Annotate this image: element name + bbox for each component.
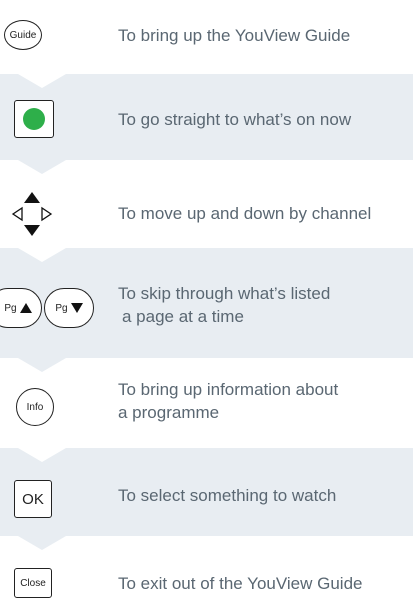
info-description-line: To bring up information about	[118, 380, 339, 399]
info-button-icon: Info	[16, 388, 54, 426]
row-page-keys: Pg Pg To skip through what’s listed a pa…	[0, 248, 413, 358]
row-separator-notch	[18, 160, 66, 174]
row-separator-notch	[18, 74, 66, 88]
green-button-description-line: To go straight to what’s on now	[118, 110, 352, 129]
close-description-line: To exit out of the YouView Guide	[118, 574, 363, 593]
triangle-up-icon	[19, 303, 32, 313]
row-arrows: To move up and down by channel	[0, 160, 413, 248]
row-separator-notch	[18, 536, 66, 550]
arrow-left-icon	[11, 206, 23, 222]
info-description-line: a programme	[118, 403, 220, 422]
arrows-description: To move up and down by channel	[118, 202, 371, 225]
green-dot-icon	[23, 108, 45, 130]
row-green-button: To go straight to what’s on now	[0, 74, 413, 160]
ok-description: To select something to watch	[118, 484, 336, 507]
guide-key-label: Guide	[9, 29, 37, 41]
ok-description-line: To select something to watch	[118, 486, 337, 505]
page-down-key-label: Pg	[55, 302, 68, 314]
page-keys-description-line: To skip through what’s listed	[118, 284, 331, 303]
triangle-down-icon	[70, 303, 83, 313]
arrow-down-icon	[24, 225, 40, 236]
info-description: To bring up information about a programm…	[118, 378, 338, 424]
ok-key-label: OK	[22, 490, 44, 508]
page-keys-description-line: a page at a time	[122, 307, 244, 326]
row-close: Close To exit out of the YouView Guide	[0, 536, 413, 600]
row-ok: OK To select something to watch	[0, 448, 413, 536]
info-key-label: Info	[26, 401, 44, 413]
close-key-label: Close	[20, 577, 46, 589]
arrows-description-line: To move up and down by channel	[118, 204, 372, 223]
row-info: Info To bring up information about a pro…	[0, 358, 413, 448]
row-separator-notch	[18, 358, 66, 372]
page-up-key-label: Pg	[4, 302, 17, 314]
green-button-icon	[14, 100, 54, 138]
guide-description: To bring up the YouView Guide	[118, 24, 350, 47]
ok-button-icon: OK	[14, 480, 52, 518]
page-up-button-icon: Pg	[0, 288, 42, 328]
close-description: To exit out of the YouView Guide	[118, 572, 362, 595]
row-separator-notch	[18, 248, 66, 262]
arrow-up-icon	[24, 192, 40, 203]
page-down-button-icon: Pg	[44, 288, 94, 328]
close-button-icon: Close	[14, 568, 52, 598]
green-button-description: To go straight to what’s on now	[118, 108, 351, 131]
row-guide: Guide To bring up the YouView Guide	[0, 0, 413, 74]
guide-description-line: To bring up the YouView Guide	[118, 26, 351, 45]
arrow-keys-icon	[11, 192, 53, 236]
arrow-right-icon	[41, 206, 53, 222]
guide-button-icon: Guide	[4, 20, 42, 50]
row-separator-notch	[18, 448, 66, 462]
page-keys-description: To skip through what’s listed a page at …	[118, 282, 330, 328]
